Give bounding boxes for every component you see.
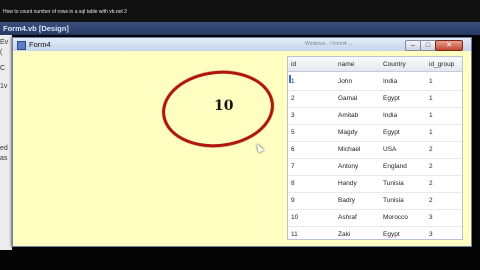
cell-name[interactable]: Ashraf (338, 214, 357, 221)
cell-id[interactable]: 8 (291, 180, 295, 187)
cell-name[interactable]: Antony (338, 163, 358, 170)
cell-name[interactable]: Badry (338, 197, 355, 204)
grid-header: id name Country id_group (288, 57, 462, 72)
cell-id[interactable]: 7 (291, 163, 295, 170)
cell-id[interactable]: 1 (291, 78, 295, 85)
video-title: How to count number of rows in a sql tab… (3, 9, 127, 15)
ide-code-gutter: Ev ( C 1v ed as (0, 35, 12, 250)
cell-id[interactable]: 9 (291, 197, 295, 204)
table-row[interactable]: 11 Zaki Egypt 3 (288, 225, 462, 239)
cell-id-group[interactable]: 3 (429, 214, 433, 221)
cell-name[interactable]: Michael (338, 146, 360, 153)
ide-tab-strip: Form4.vb [Design] (0, 22, 480, 35)
cell-id[interactable]: 10 (291, 214, 298, 221)
cell-country[interactable]: Morocco (383, 214, 408, 221)
window-title: Form4 (29, 40, 51, 49)
gutter-text: 1v (0, 83, 8, 90)
cell-name[interactable]: Amitab (338, 112, 358, 119)
cell-country[interactable]: Egypt (383, 231, 400, 238)
cell-id-group[interactable]: 1 (429, 95, 433, 102)
gutter-text: Ev (0, 39, 9, 46)
gutter-text: ( (0, 49, 3, 56)
maximize-button[interactable]: □ (420, 40, 436, 51)
minimize-button[interactable]: – (405, 40, 421, 51)
video-title-bar: How to count number of rows in a sql tab… (0, 0, 480, 22)
cell-country[interactable]: Egypt (383, 95, 400, 102)
cell-id-group[interactable]: 1 (429, 112, 433, 119)
cell-country[interactable]: Tunisia (383, 180, 404, 187)
cell-id-group[interactable]: 2 (429, 197, 433, 204)
cell-id[interactable]: 2 (291, 95, 295, 102)
cell-country[interactable]: Egypt (383, 129, 400, 136)
cell-name[interactable]: Magdy (338, 129, 358, 136)
gutter-text: C (0, 65, 6, 72)
row-count-label: 10 (214, 98, 234, 114)
blurred-caption: Windows.. / Form4 ... (305, 41, 353, 47)
ide-design-tab[interactable]: Form4.vb [Design] (3, 24, 69, 33)
cell-id[interactable]: 11 (291, 231, 298, 238)
data-grid[interactable]: id name Country id_group 1 John India 1 2 Gam… (287, 56, 463, 240)
gutter-text: ed (0, 145, 8, 152)
column-header-country[interactable]: Country (383, 61, 406, 68)
window-title-bar[interactable]: Form4 Windows.. / Form4 ... – □ ✕ (13, 38, 471, 51)
cell-id[interactable]: 5 (291, 129, 295, 136)
column-header-id[interactable]: id (291, 61, 296, 68)
cell-country[interactable]: India (383, 78, 397, 85)
cell-country[interactable]: India (383, 112, 397, 119)
column-header-id-group[interactable]: id_group (429, 61, 454, 68)
cell-id-group[interactable]: 1 (429, 78, 433, 85)
cell-id-group[interactable]: 2 (429, 146, 433, 153)
cell-id-group[interactable]: 2 (429, 180, 433, 187)
cell-name[interactable]: Handy (338, 180, 357, 187)
cell-id[interactable]: 3 (291, 112, 295, 119)
cell-id-group[interactable]: 1 (429, 129, 433, 136)
cell-name[interactable]: John (338, 78, 352, 85)
cell-id[interactable]: 6 (291, 146, 295, 153)
cell-name[interactable]: Zaki (338, 231, 350, 238)
close-button[interactable]: ✕ (435, 40, 463, 51)
cell-id-group[interactable]: 2 (429, 163, 433, 170)
cell-country[interactable]: USA (383, 146, 396, 153)
column-header-name[interactable]: name (338, 61, 354, 68)
cell-id-group[interactable]: 3 (429, 231, 433, 238)
cell-name[interactable]: Gamal (338, 95, 357, 102)
cell-country[interactable]: England (383, 163, 407, 170)
cell-country[interactable]: Tunisia (383, 197, 404, 204)
form-icon (17, 41, 26, 50)
gutter-text: as (0, 155, 8, 162)
